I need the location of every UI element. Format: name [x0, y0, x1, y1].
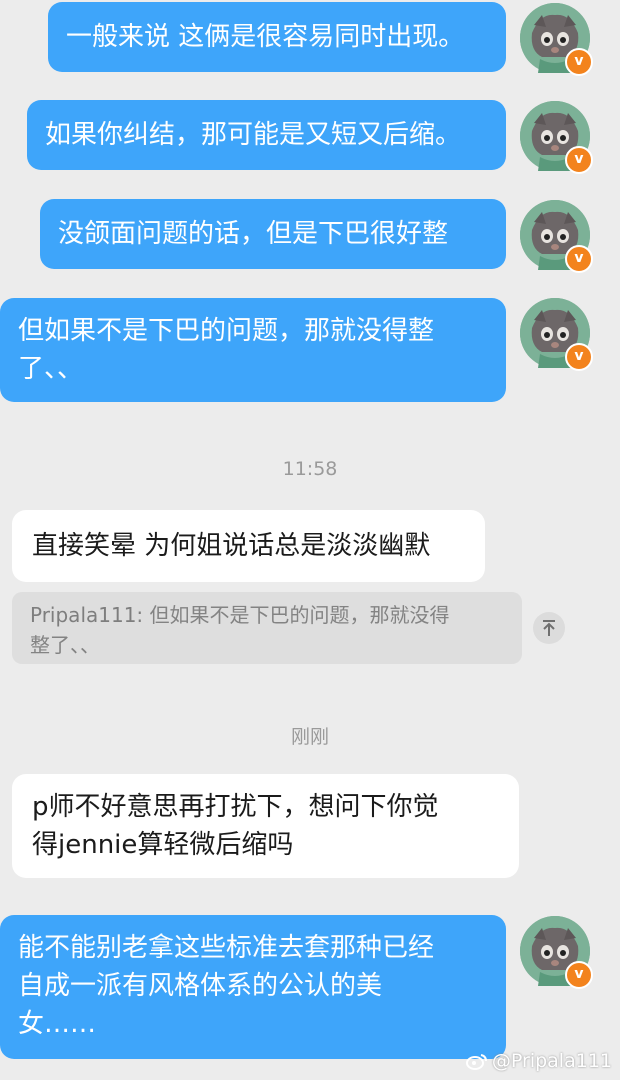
watermark: @Pripala111 [465, 1050, 612, 1072]
incoming-message[interactable]: 直接笑晕 为何姐说话总是淡淡幽默 [12, 510, 485, 582]
scroll-to-top-icon [543, 620, 555, 636]
timestamp: 刚刚 [290, 726, 329, 748]
avatar[interactable]: v [520, 101, 593, 174]
scroll-to-quote-button[interactable] [533, 612, 565, 644]
watermark-text: @Pripala111 [491, 1050, 612, 1072]
avatar[interactable]: v [520, 3, 593, 76]
outgoing-message[interactable]: 如果你纠结，那可能是又短又后缩。 [27, 100, 506, 170]
quoted-author: Pripala111: [30, 603, 144, 627]
verified-badge-icon: v [565, 343, 593, 371]
verified-badge-icon: v [565, 961, 593, 989]
incoming-message[interactable]: p师不好意思再打扰下，想问下你觉 得jennie算轻微后缩吗 [12, 774, 519, 878]
avatar[interactable]: v [520, 916, 593, 989]
verified-badge-icon: v [565, 146, 593, 174]
avatar[interactable]: v [520, 298, 593, 371]
outgoing-message[interactable]: 能不能别老拿这些标准去套那种已经 自成一派有风格体系的公认的美 女…… [0, 915, 506, 1059]
outgoing-message[interactable]: 但如果不是下巴的问题，那就没得整 了、、 [0, 298, 506, 402]
timestamp: 11:58 [282, 458, 338, 480]
weibo-logo-icon [465, 1054, 487, 1070]
quoted-message[interactable]: Pripala111: 但如果不是下巴的问题，那就没得 整了、、 [12, 592, 522, 664]
outgoing-message[interactable]: 没颌面问题的话，但是下巴很好整 [40, 199, 506, 269]
message-text: 如果你纠结，那可能是又短又后缩。 [45, 120, 462, 150]
outgoing-message[interactable]: 一般来说 这俩是很容易同时出现。 [48, 2, 506, 72]
message-text: 能不能别老拿这些标准去套那种已经 自成一派有风格体系的公认的美 女…… [18, 933, 435, 1039]
message-text: 但如果不是下巴的问题，那就没得整 了、、 [18, 316, 435, 384]
message-text: p师不好意思再打扰下，想问下你觉 得jennie算轻微后缩吗 [32, 792, 439, 860]
verified-badge-icon: v [565, 245, 593, 273]
verified-badge-icon: v [565, 48, 593, 76]
message-text: 直接笑晕 为何姐说话总是淡淡幽默 [32, 531, 431, 561]
message-text: 没颌面问题的话，但是下巴很好整 [58, 219, 449, 249]
avatar[interactable]: v [520, 200, 593, 273]
message-text: 一般来说 这俩是很容易同时出现。 [66, 22, 465, 52]
